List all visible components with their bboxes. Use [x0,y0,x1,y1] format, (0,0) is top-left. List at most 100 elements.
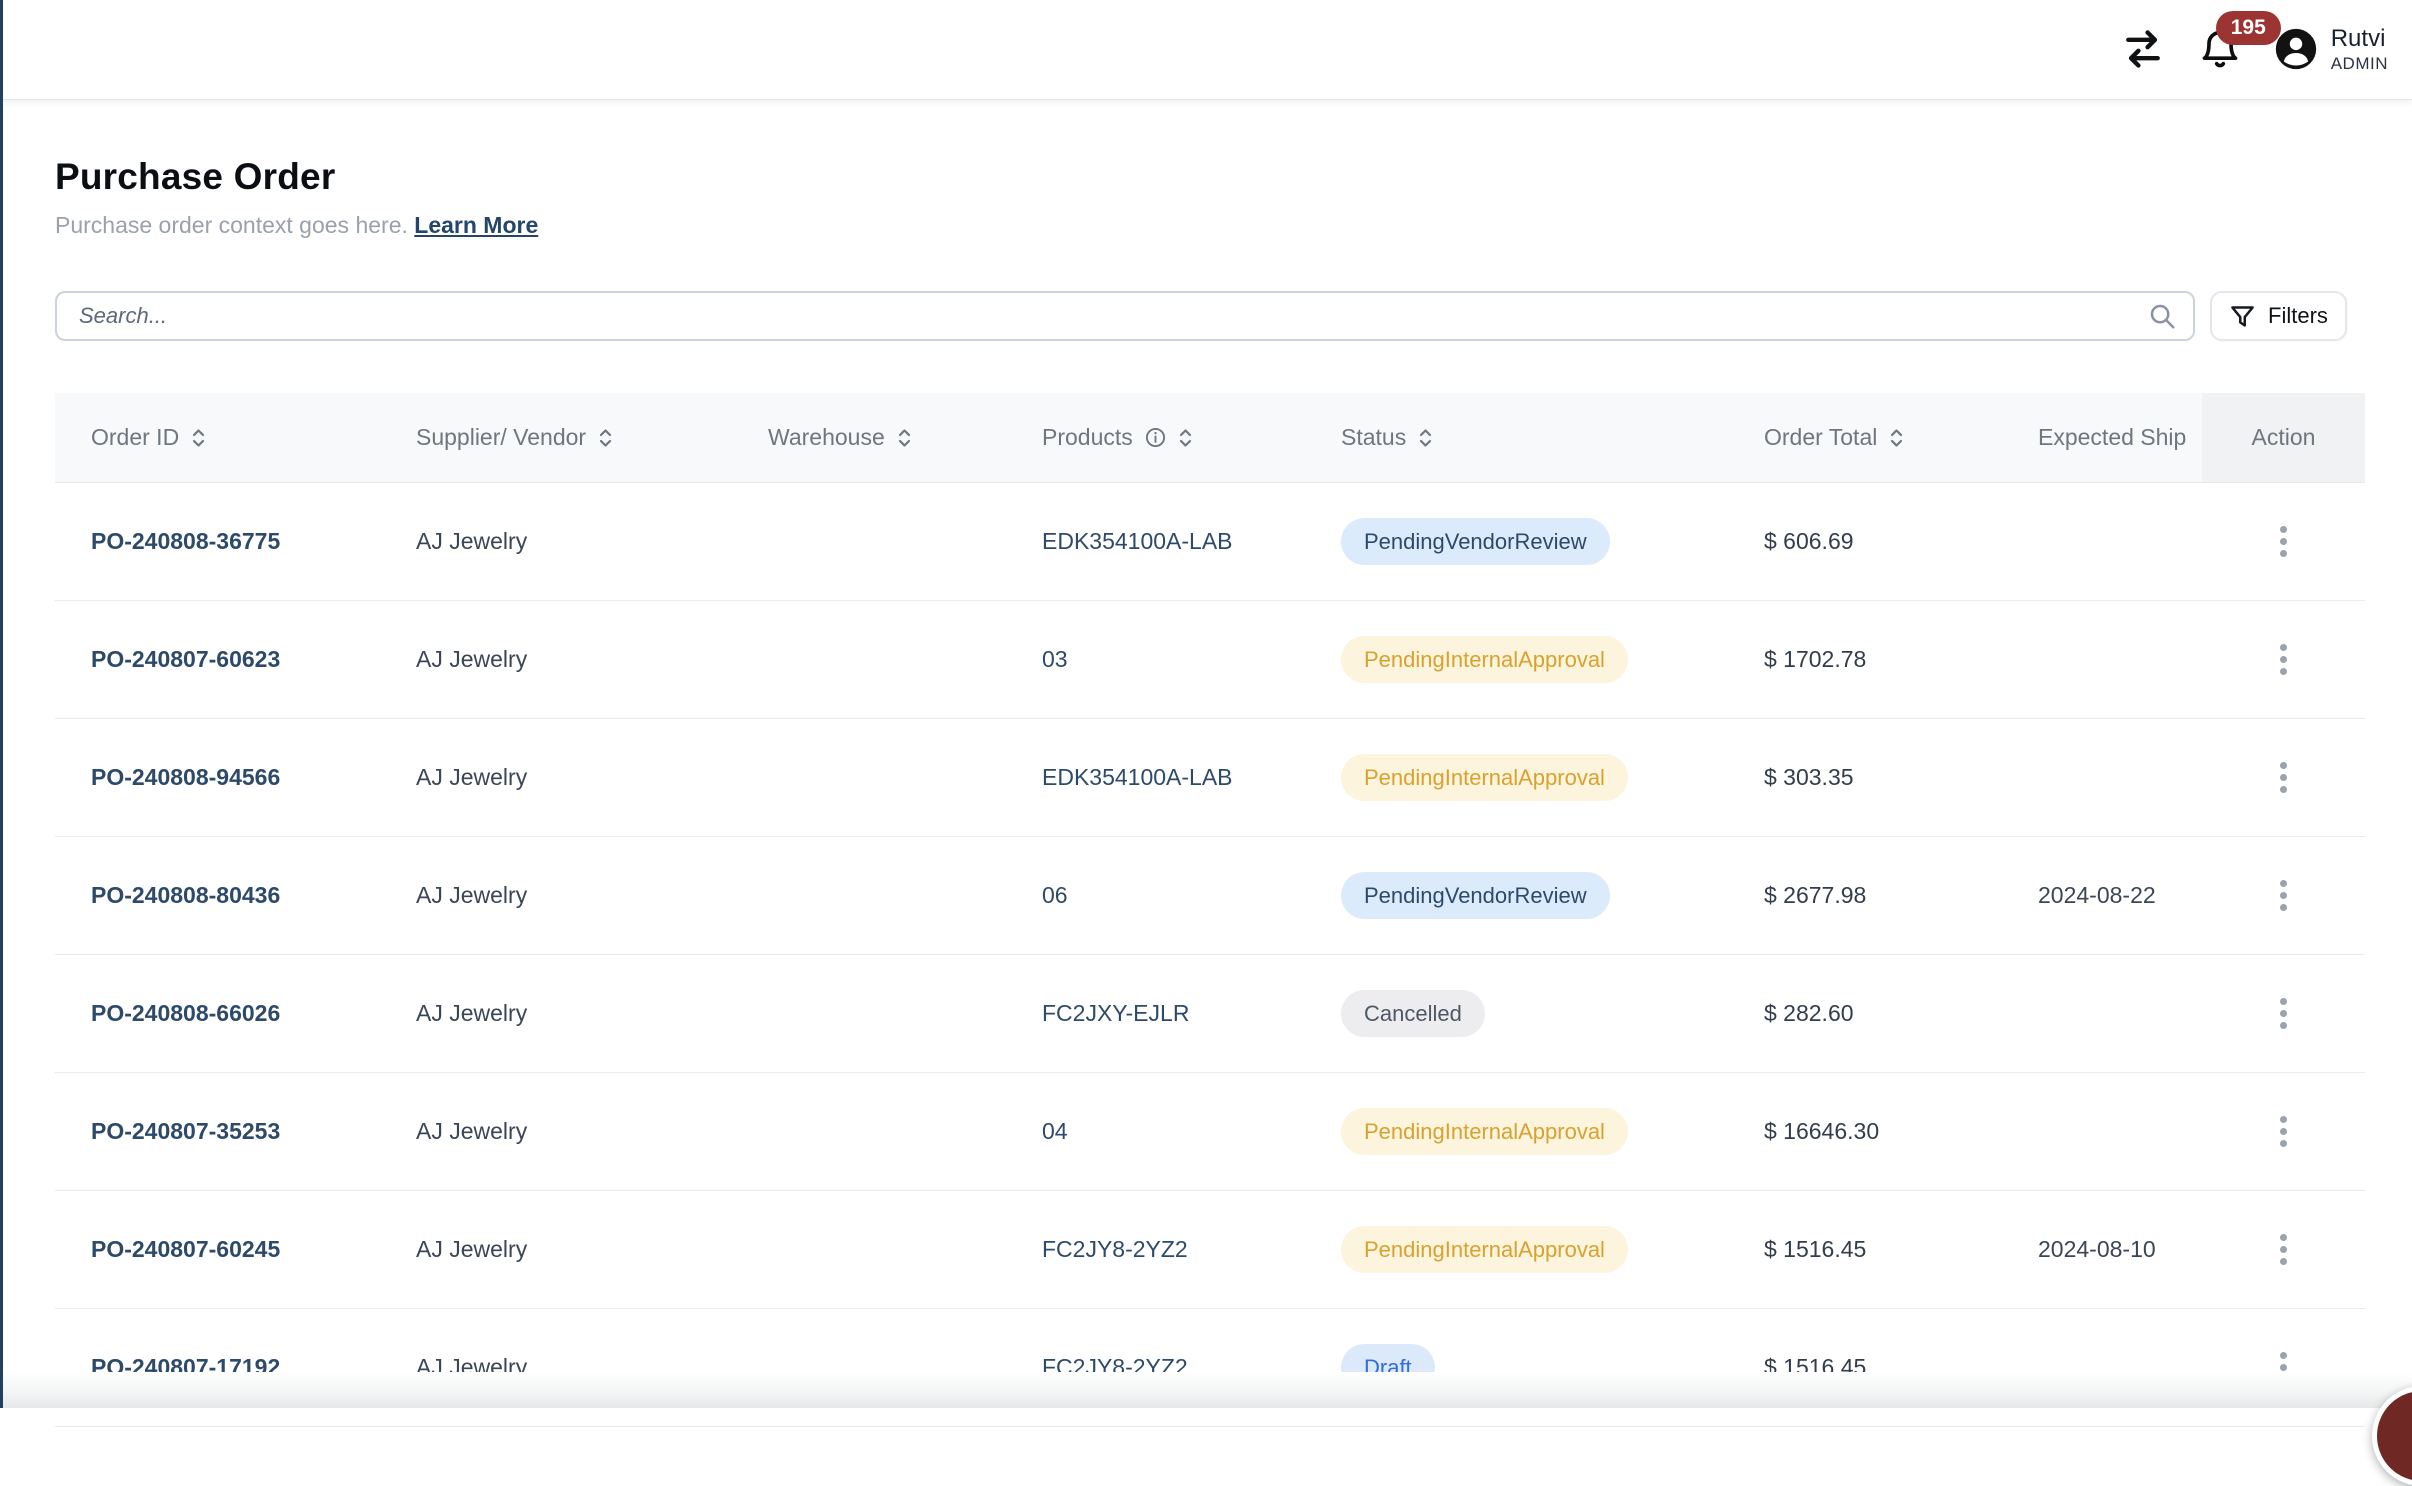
order-id-link[interactable]: PO-240808-36775 [91,528,280,554]
search-icon [2147,301,2177,336]
topbar-actions: 195 Rutvi ADMIN [2120,25,2388,74]
sort-icon[interactable] [897,426,912,450]
column-header-label: Order Total [1764,424,1877,451]
column-header[interactable]: Products [1006,393,1305,482]
column-header[interactable]: Status [1305,393,1728,482]
sort-icon[interactable] [1418,426,1433,450]
column-header[interactable]: Order ID [55,393,380,482]
table-row: PO-240807-60623 AJ Jewelry 03 PendingInt… [55,601,2365,719]
column-header-label: Order ID [91,424,179,451]
status-badge: PendingInternalApproval [1341,1226,1628,1273]
sort-icon[interactable] [1889,426,1904,450]
order-id-link[interactable]: PO-240807-35253 [91,1118,280,1144]
page-subtitle-text: Purchase order context goes here. [55,212,408,238]
toolbar: Filters [55,291,2347,341]
order-id-link[interactable]: PO-240807-60245 [91,1236,280,1262]
products-cell: 06 [1006,882,1305,909]
filters-button[interactable]: Filters [2210,291,2347,341]
products-cell: FC2JY8-2YZ2 [1006,1236,1305,1263]
page-title: Purchase Order [55,156,2412,198]
sort-icon[interactable] [191,426,206,450]
filter-funnel-icon [2229,303,2256,330]
order-total-cell: $ 1516.45 [1728,1236,2002,1263]
column-header[interactable]: Supplier/ Vendor [380,393,732,482]
table-header-row: Order ID Supplier/ Vendor Warehouse Prod… [55,393,2365,483]
bottom-fade [0,1372,2412,1408]
column-header: Action [2202,393,2365,482]
order-id-link[interactable]: PO-240808-94566 [91,764,280,790]
supplier-cell: AJ Jewelry [380,1236,732,1263]
row-actions-kebab-icon[interactable] [2270,1224,2297,1275]
column-header[interactable]: Expected Ship [2002,393,2202,482]
row-actions-kebab-icon[interactable] [2270,870,2297,921]
products-cell: 04 [1006,1118,1305,1145]
column-header-label: Products [1042,424,1133,451]
status-badge: PendingVendorReview [1341,872,1610,919]
sort-icon[interactable] [598,426,613,450]
column-header-label: Warehouse [768,424,885,451]
products-cell: 03 [1006,646,1305,673]
row-actions-kebab-icon[interactable] [2270,634,2297,685]
order-id-link[interactable]: PO-240808-66026 [91,1000,280,1026]
supplier-cell: AJ Jewelry [380,646,732,673]
column-header[interactable]: Warehouse [732,393,1006,482]
row-actions-kebab-icon[interactable] [2270,516,2297,567]
products-cell: FC2JXY-EJLR [1006,1000,1305,1027]
row-actions-kebab-icon[interactable] [2270,752,2297,803]
transfer-arrows-icon[interactable] [2120,27,2166,71]
column-header-label: Action [2252,424,2316,451]
column-header-label: Expected Ship [2038,424,2186,451]
supplier-cell: AJ Jewelry [380,764,732,791]
table-body: PO-240808-36775 AJ Jewelry EDK354100A-LA… [55,483,2365,1427]
supplier-cell: AJ Jewelry [380,1000,732,1027]
table-row: PO-240807-60245 AJ Jewelry FC2JY8-2YZ2 P… [55,1191,2365,1309]
supplier-cell: AJ Jewelry [380,882,732,909]
table-row: PO-240808-94566 AJ Jewelry EDK354100A-LA… [55,719,2365,837]
order-total-cell: $ 606.69 [1728,528,2002,555]
row-actions-kebab-icon[interactable] [2270,988,2297,1039]
filters-button-label: Filters [2268,303,2328,329]
search-box [55,291,2195,341]
user-menu[interactable]: Rutvi ADMIN [2274,25,2388,74]
row-actions-kebab-icon[interactable] [2270,1106,2297,1157]
status-badge: PendingInternalApproval [1341,1108,1628,1155]
table-row: PO-240807-17192 AJ Jewelry FC2JY8-2YZ2 D… [55,1309,2365,1427]
order-total-cell: $ 16646.30 [1728,1118,2002,1145]
notification-count-badge: 195 [2216,11,2281,44]
topbar: 195 Rutvi ADMIN [0,0,2412,100]
sidebar-edge [0,0,3,1408]
purchase-order-table: Order ID Supplier/ Vendor Warehouse Prod… [55,393,2365,1427]
supplier-cell: AJ Jewelry [380,1118,732,1145]
column-header[interactable]: Order Total [1728,393,2002,482]
notifications-bell-icon[interactable]: 195 [2198,27,2242,71]
supplier-cell: AJ Jewelry [380,528,732,555]
user-role: ADMIN [2331,54,2388,74]
learn-more-link[interactable]: Learn More [414,212,538,238]
expected-ship-cell: 2024-08-10 [2002,1236,2202,1263]
table-row: PO-240808-36775 AJ Jewelry EDK354100A-LA… [55,483,2365,601]
order-total-cell: $ 303.35 [1728,764,2002,791]
products-cell: EDK354100A-LAB [1006,528,1305,555]
column-header-label: Supplier/ Vendor [416,424,586,451]
info-icon [1145,427,1166,448]
order-total-cell: $ 1702.78 [1728,646,2002,673]
table-row: PO-240808-80436 AJ Jewelry 06 PendingVen… [55,837,2365,955]
order-total-cell: $ 282.60 [1728,1000,2002,1027]
status-badge: Cancelled [1341,990,1485,1037]
order-total-cell: $ 2677.98 [1728,882,2002,909]
status-badge: PendingInternalApproval [1341,754,1628,801]
status-badge: PendingVendorReview [1341,518,1610,565]
sort-icon[interactable] [1178,426,1193,450]
table-row: PO-240808-66026 AJ Jewelry FC2JXY-EJLR C… [55,955,2365,1073]
status-badge: PendingInternalApproval [1341,636,1628,683]
table-row: PO-240807-35253 AJ Jewelry 04 PendingInt… [55,1073,2365,1191]
order-id-link[interactable]: PO-240807-60623 [91,646,280,672]
page-subtitle: Purchase order context goes here. Learn … [55,212,2412,239]
user-name: Rutvi [2331,25,2388,54]
search-input[interactable] [55,291,2195,341]
products-cell: EDK354100A-LAB [1006,764,1305,791]
main-content: Purchase Order Purchase order context go… [0,100,2412,1427]
user-avatar-icon [2274,27,2318,71]
order-id-link[interactable]: PO-240808-80436 [91,882,280,908]
column-header-label: Status [1341,424,1406,451]
